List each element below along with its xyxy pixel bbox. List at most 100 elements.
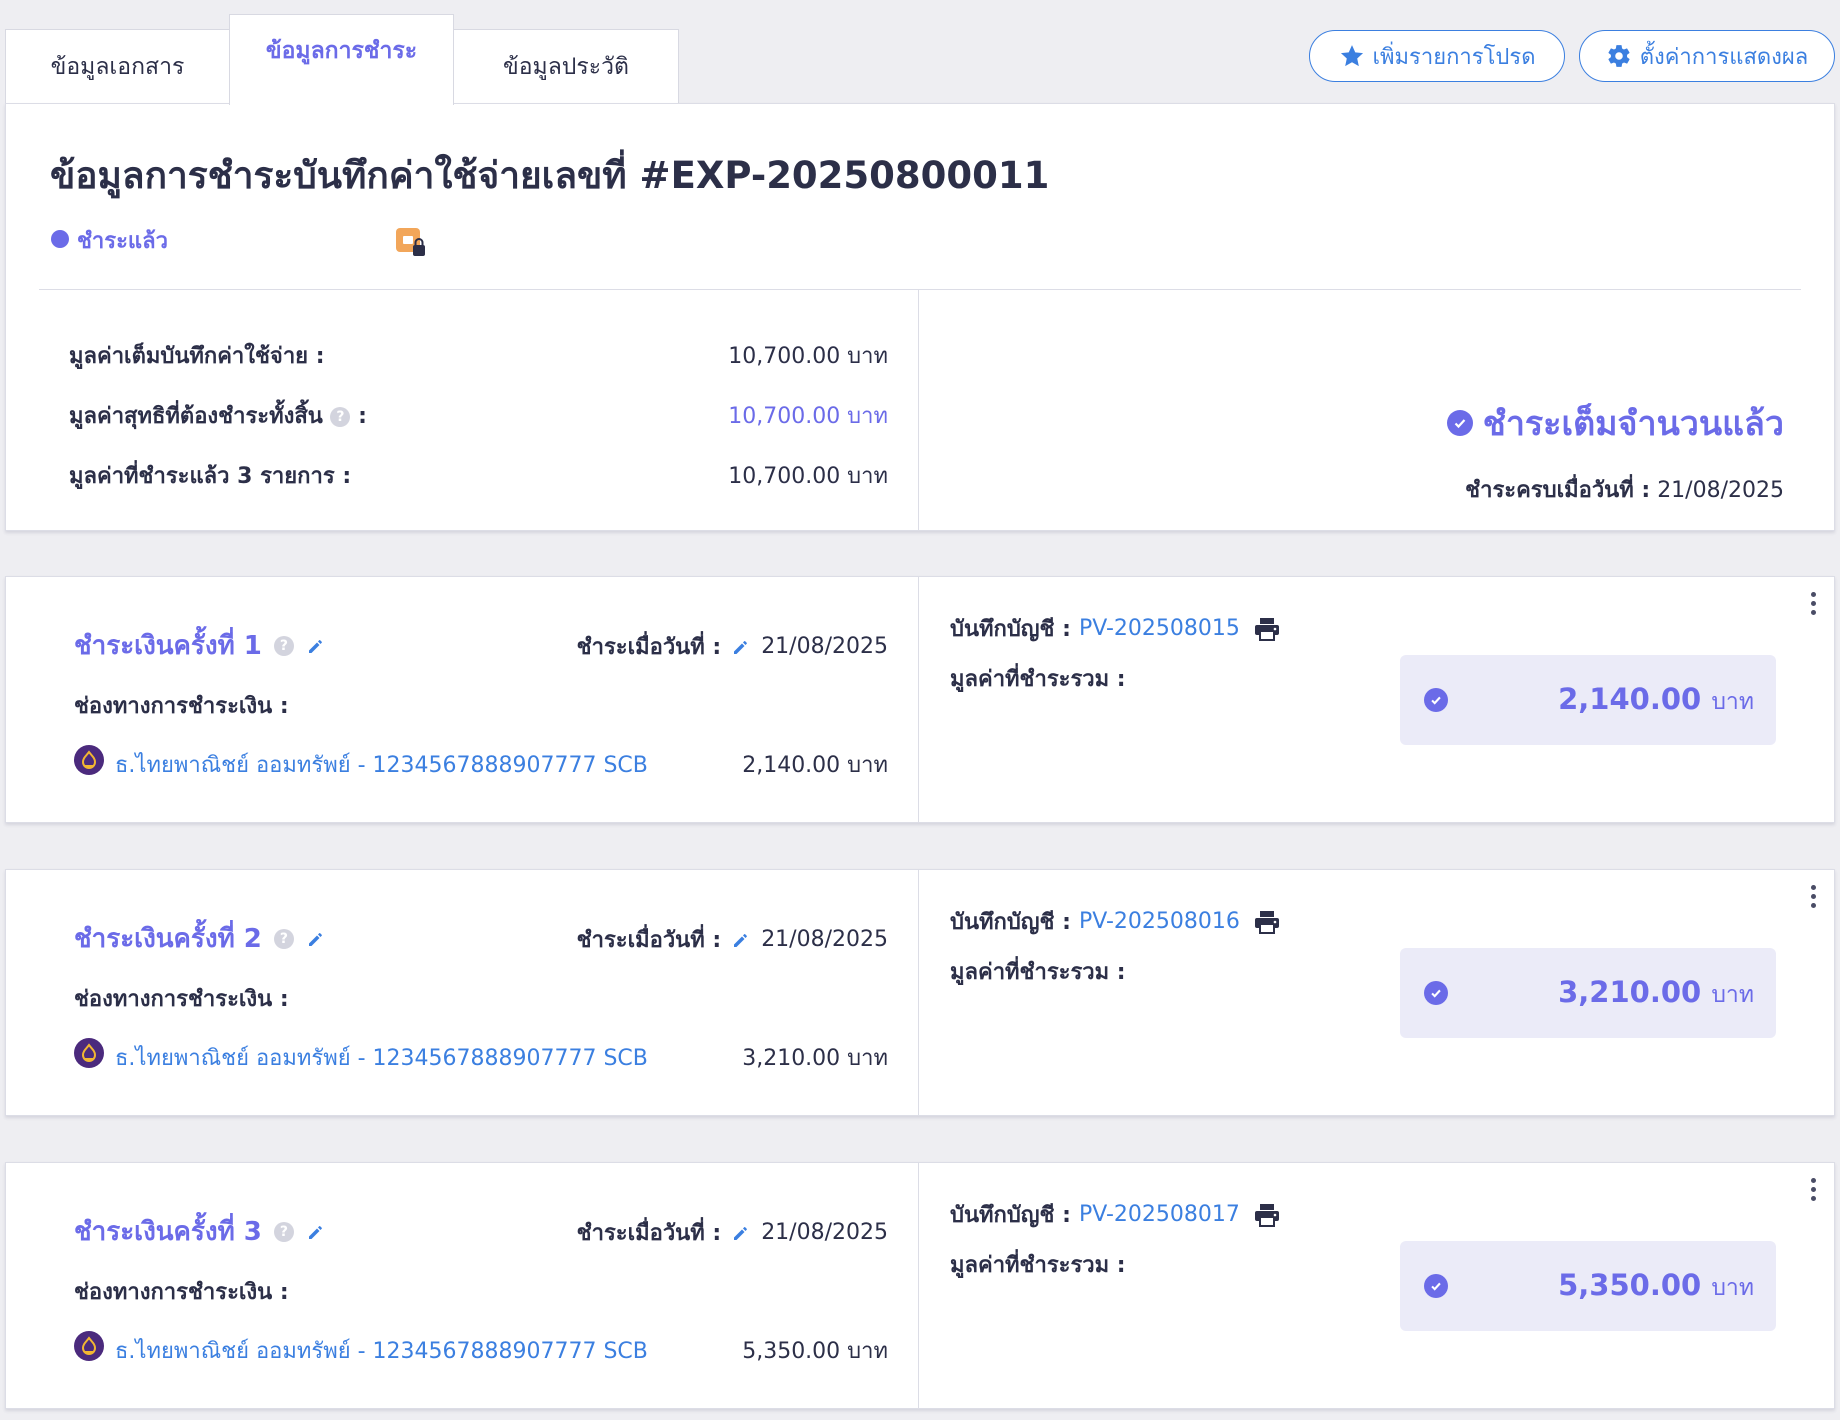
payment-title-row: ชำระเงินครั้งที่ 1 ? xyxy=(74,625,326,666)
journal-row: บันทึกบัญชี : PV-202508016 xyxy=(950,904,1280,939)
pencil-icon[interactable] xyxy=(306,636,326,656)
total-paid-value: 2,140.00 บาท xyxy=(1558,682,1754,720)
journal-number-link[interactable]: PV-202508017 xyxy=(1079,1202,1240,1227)
net-amount-value: 10,700.00 บาท xyxy=(728,404,888,429)
add-favorite-label: เพิ่มรายการโปรด xyxy=(1372,44,1536,70)
currency-label: บาท xyxy=(1711,982,1754,1008)
tab-document-info[interactable]: ข้อมูลเอกสาร xyxy=(5,29,230,104)
kebab-menu-icon[interactable] xyxy=(1811,592,1817,615)
pencil-icon[interactable] xyxy=(306,1222,326,1242)
kebab-menu-icon[interactable] xyxy=(1811,1178,1817,1201)
status-badge: ชำระแล้ว xyxy=(77,229,168,254)
journal-number-link[interactable]: PV-202508016 xyxy=(1079,909,1240,934)
pencil-icon[interactable] xyxy=(306,929,326,949)
payment-title: ชำระเงินครั้งที่ 3 xyxy=(74,1217,262,1247)
paid-date-row: ชำระเมื่อวันที่ : 21/08/2025 xyxy=(577,629,888,664)
journal-label: บันทึกบัญชี : xyxy=(950,910,1071,935)
total-paid-value: 5,350.00 บาท xyxy=(1558,1268,1754,1306)
journal-label: บันทึกบัญชี : xyxy=(950,617,1071,642)
printer-icon[interactable] xyxy=(1254,617,1280,641)
lock-icon xyxy=(396,228,425,256)
net-amount-label-text: มูลค่าสุทธิที่ต้องชำระทั้งสิ้น xyxy=(69,404,323,429)
payment-card-2: ชำระเงินครั้งที่ 2 ? ชำระเมื่อวันที่ : 2… xyxy=(5,869,1835,1116)
tab-label: ข้อมูลเอกสาร xyxy=(50,54,185,80)
status-dot xyxy=(51,230,69,248)
paid-amount-value: 10,700.00 บาท xyxy=(728,464,888,489)
scb-bank-icon xyxy=(74,1038,104,1068)
total-paid-number: 5,350.00 xyxy=(1558,1268,1702,1302)
payment-title-row: ชำระเงินครั้งที่ 2 ? xyxy=(74,918,326,959)
currency-label: บาท xyxy=(1711,1275,1754,1301)
total-paid-number: 2,140.00 xyxy=(1558,682,1702,716)
bank-account-link[interactable]: ธ.ไทยพาณิชย์ ออมทรัพย์ - 123456788890777… xyxy=(115,1040,648,1075)
payment-channel-label: ช่องทางการชำระเงิน : xyxy=(74,694,289,719)
journal-number-link[interactable]: PV-202508015 xyxy=(1079,616,1240,641)
payment-summary-card: ข้อมูลการชำระบันทึกค่าใช้จ่ายเลขที่ #EXP… xyxy=(5,103,1835,531)
currency-label: บาท xyxy=(1711,689,1754,715)
check-circle-icon xyxy=(1424,981,1448,1005)
completed-date-value: 21/08/2025 xyxy=(1657,478,1784,503)
scb-bank-icon xyxy=(74,745,104,775)
pencil-icon[interactable] xyxy=(731,1223,751,1243)
paid-date-value: 21/08/2025 xyxy=(761,927,888,952)
total-paid-value: 3,210.00 บาท xyxy=(1558,975,1754,1013)
payment-card-1: ชำระเงินครั้งที่ 1 ? ชำระเมื่อวันที่ : 2… xyxy=(5,576,1835,823)
help-icon[interactable]: ? xyxy=(330,407,351,427)
total-paid-label: มูลค่าที่ชำระรวม : xyxy=(950,960,1126,985)
kebab-menu-icon[interactable] xyxy=(1811,885,1817,908)
tab-payment-info[interactable]: ข้อมูลการชำระ xyxy=(229,14,454,105)
payment-title: ชำระเงินครั้งที่ 1 xyxy=(74,631,262,661)
bank-account-link[interactable]: ธ.ไทยพาณิชย์ ออมทรัพย์ - 123456788890777… xyxy=(115,747,648,782)
paid-amount-label: มูลค่าที่ชำระแล้ว 3 รายการ : xyxy=(69,464,352,489)
journal-row: บันทึกบัญชี : PV-202508015 xyxy=(950,611,1280,646)
printer-icon[interactable] xyxy=(1254,1203,1280,1227)
paid-date-label: ชำระเมื่อวันที่ : xyxy=(576,635,722,660)
pencil-icon[interactable] xyxy=(731,930,751,950)
star-icon xyxy=(1340,45,1363,67)
journal-row: บันทึกบัญชี : PV-202508017 xyxy=(950,1197,1280,1232)
paid-date-label: ชำระเมื่อวันที่ : xyxy=(576,928,722,953)
help-icon[interactable]: ? xyxy=(273,1221,294,1242)
payment-amount: 2,140.00 บาท xyxy=(742,753,888,778)
payment-amount: 5,350.00 บาท xyxy=(742,1339,888,1364)
total-paid-box: 2,140.00 บาท xyxy=(1400,655,1776,745)
total-paid-box: 3,210.00 บาท xyxy=(1400,948,1776,1038)
paid-date-row: ชำระเมื่อวันที่ : 21/08/2025 xyxy=(577,1215,888,1250)
paid-date-label: ชำระเมื่อวันที่ : xyxy=(576,1221,722,1246)
display-settings-label: ตั้งค่าการแสดงผล xyxy=(1639,44,1809,70)
help-icon[interactable]: ? xyxy=(273,928,294,949)
paid-date-value: 21/08/2025 xyxy=(761,634,888,659)
pencil-icon[interactable] xyxy=(731,637,751,657)
column-divider xyxy=(918,870,919,1115)
help-icon[interactable]: ? xyxy=(273,635,294,656)
payment-card-3: ชำระเงินครั้งที่ 3 ? ชำระเมื่อวันที่ : 2… xyxy=(5,1162,1835,1409)
payment-channel-label: ช่องทางการชำระเงิน : xyxy=(74,987,289,1012)
payment-title: ชำระเงินครั้งที่ 2 xyxy=(74,924,262,954)
page-title: ข้อมูลการชำระบันทึกค่าใช้จ่ายเลขที่ #EXP… xyxy=(50,154,1050,197)
tab-label: ข้อมูลการชำระ xyxy=(265,38,418,64)
add-favorite-button[interactable]: เพิ่มรายการโปรด xyxy=(1309,30,1565,82)
scb-bank-icon xyxy=(74,1331,104,1361)
completed-date-label: ชำระครบเมื่อวันที่ : xyxy=(1465,478,1651,503)
paid-date-value: 21/08/2025 xyxy=(761,1220,888,1245)
payment-title-row: ชำระเงินครั้งที่ 3 ? xyxy=(74,1211,326,1252)
net-amount-label-suffix: : xyxy=(358,404,367,429)
tab-history-info[interactable]: ข้อมูลประวัติ xyxy=(453,29,679,104)
check-circle-icon xyxy=(1424,688,1448,712)
column-divider xyxy=(918,577,919,822)
check-circle-icon xyxy=(1424,1274,1448,1298)
check-circle-icon xyxy=(1446,410,1473,436)
payment-amount: 3,210.00 บาท xyxy=(742,1046,888,1071)
printer-icon[interactable] xyxy=(1254,910,1280,934)
total-paid-label: มูลค่าที่ชำระรวม : xyxy=(950,667,1126,692)
column-divider xyxy=(918,1163,919,1408)
payment-channel-label: ช่องทางการชำระเงิน : xyxy=(74,1280,289,1305)
paid-date-row: ชำระเมื่อวันที่ : 21/08/2025 xyxy=(577,922,888,957)
total-paid-box: 5,350.00 บาท xyxy=(1400,1241,1776,1331)
display-settings-button[interactable]: ตั้งค่าการแสดงผล xyxy=(1579,30,1835,82)
journal-label: บันทึกบัญชี : xyxy=(950,1203,1071,1228)
full-paid-status: ชำระเต็มจำนวนแล้ว xyxy=(1446,396,1784,450)
full-paid-label: ชำระเต็มจำนวนแล้ว xyxy=(1482,404,1784,444)
bank-account-link[interactable]: ธ.ไทยพาณิชย์ ออมทรัพย์ - 123456788890777… xyxy=(115,1333,648,1368)
tab-label: ข้อมูลประวัติ xyxy=(503,54,629,80)
